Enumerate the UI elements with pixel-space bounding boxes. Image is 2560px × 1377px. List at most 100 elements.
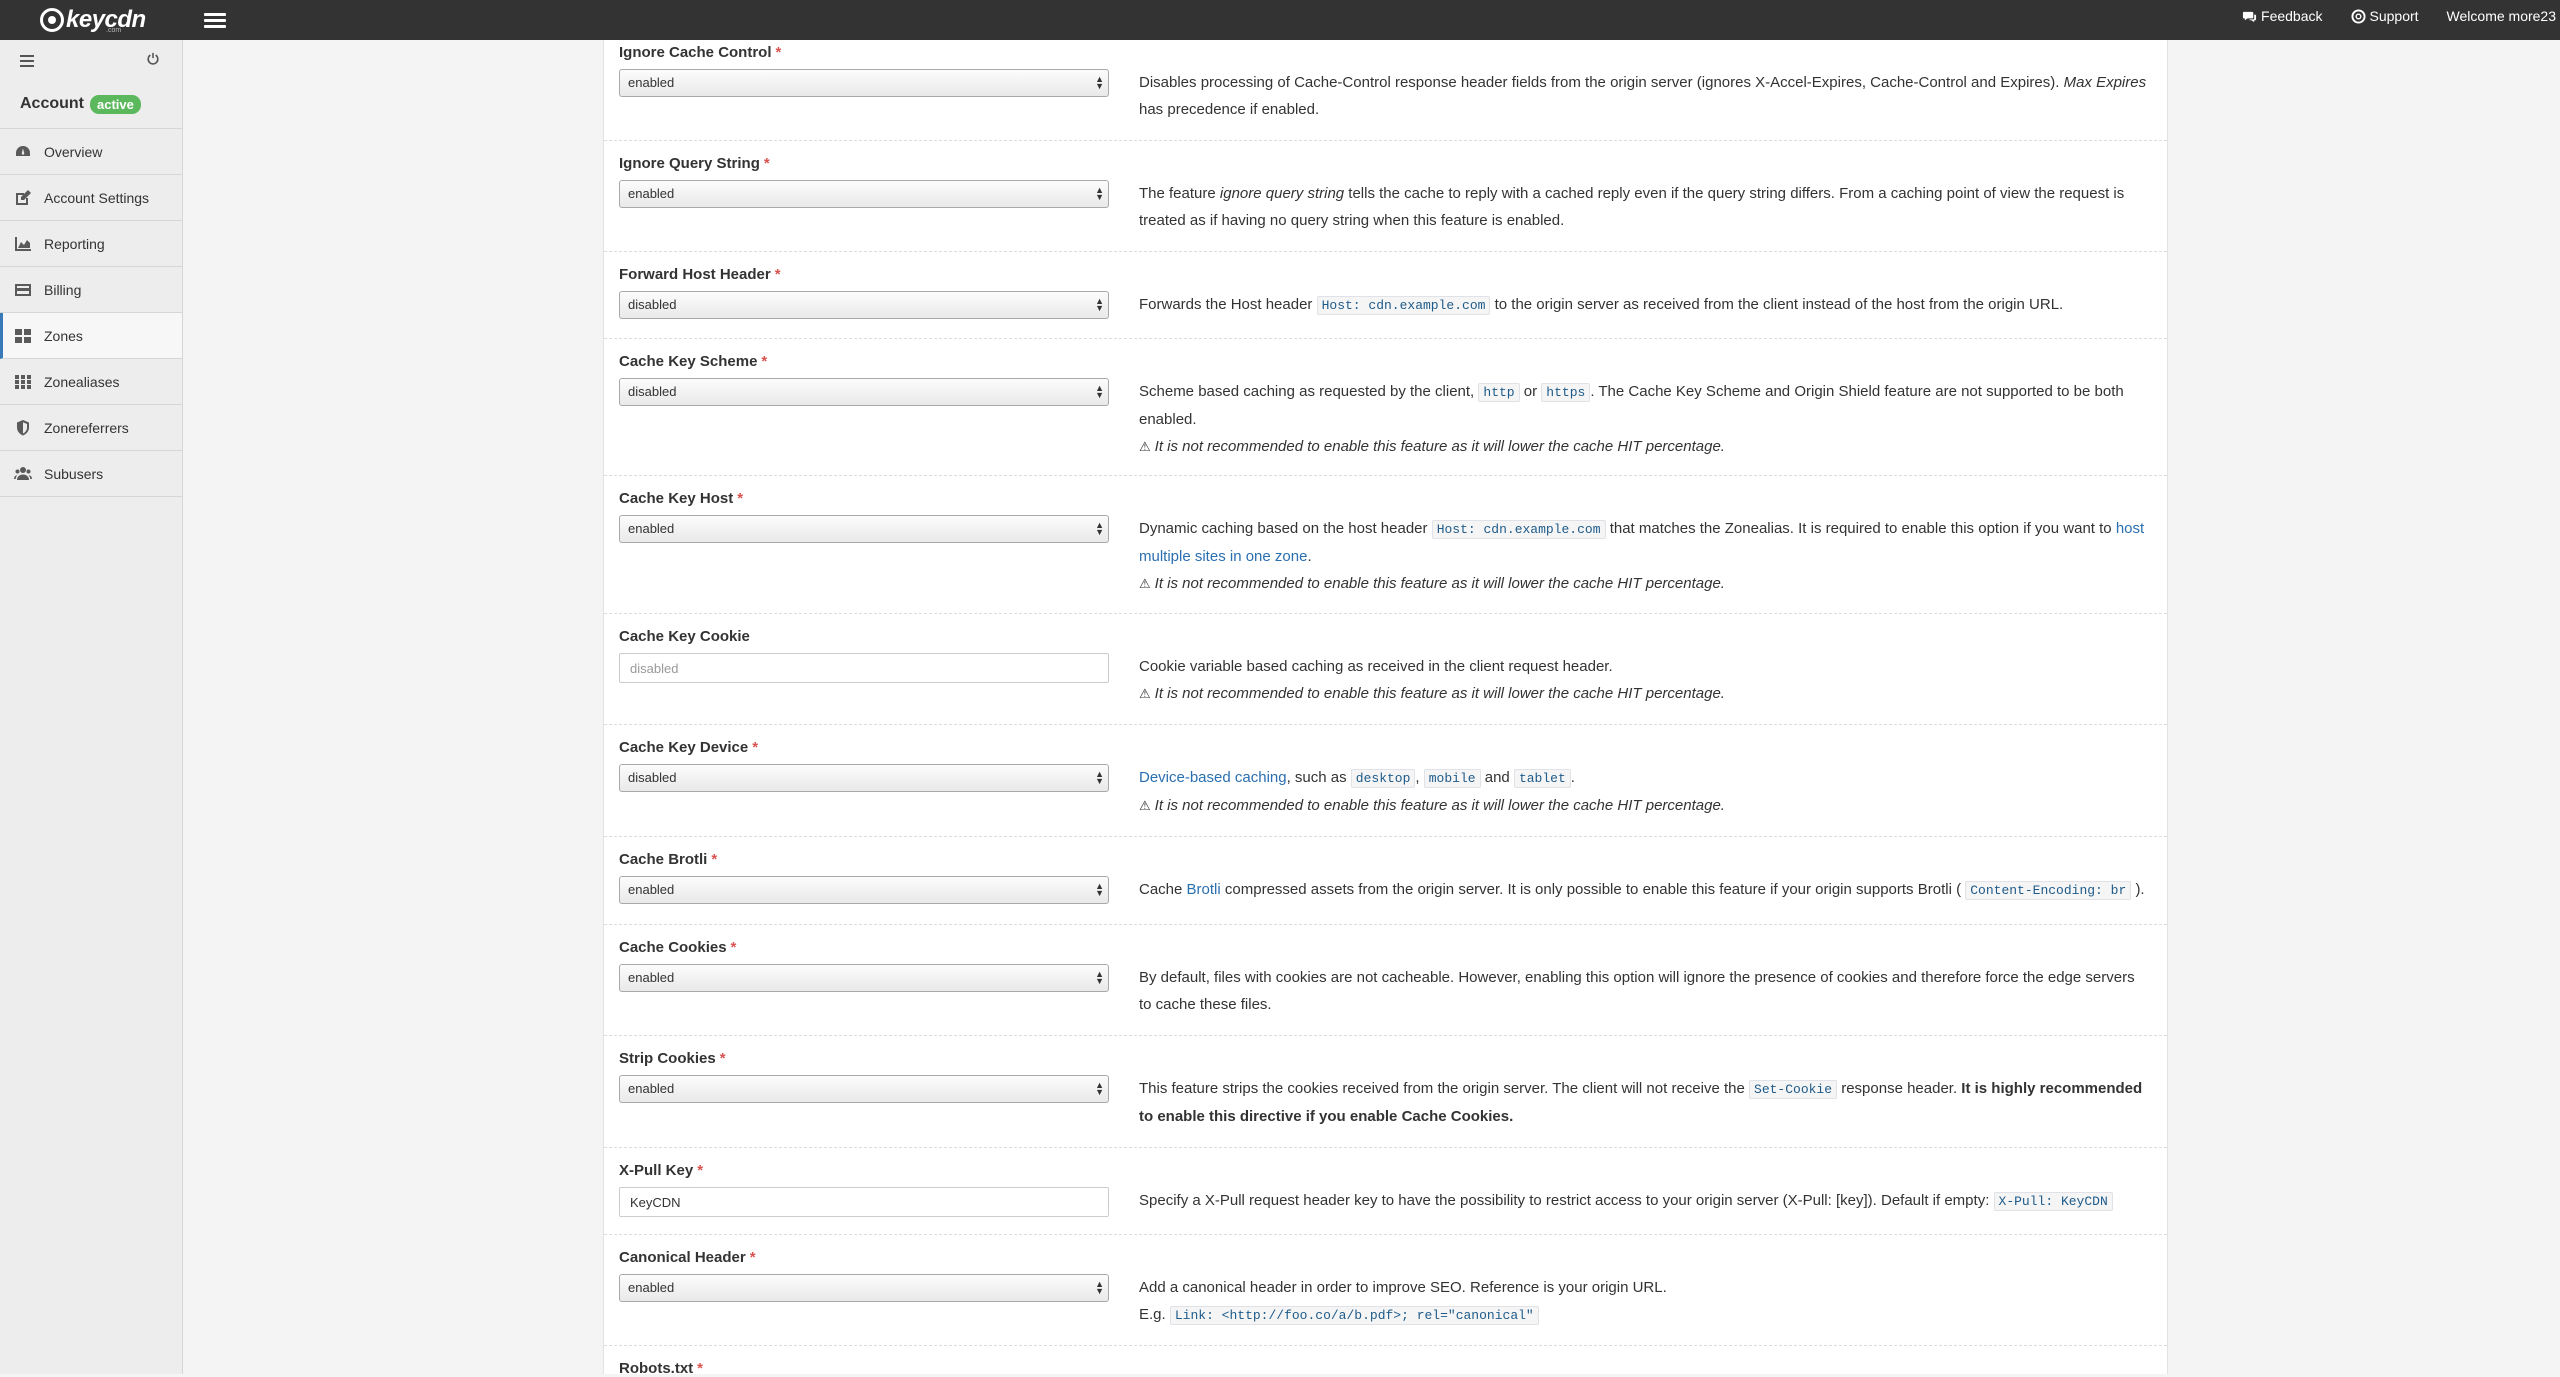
setting-cache-key-device: Cache Key Device * disabled ▲ ▼ Device-base…	[604, 724, 2167, 837]
setting-forward-host-header: Forward Host Header * disabled ▲ ▼ Forwards…	[604, 251, 2167, 339]
grid-small-icon	[15, 374, 31, 389]
sidebar-item-label: Account Settings	[44, 189, 150, 206]
field-label: Cache Key Device *	[619, 739, 759, 756]
warning-icon: ⚠	[1139, 686, 1151, 701]
warning-icon: ⚠	[1139, 576, 1151, 591]
forward-host-header-select[interactable]: disabled ▲ ▼	[619, 291, 1109, 319]
sidebar-item-account-settings[interactable]: Account Settings	[0, 175, 182, 221]
sidebar-item-overview[interactable]: Overview	[0, 129, 182, 175]
cache-key-host-select[interactable]: enabled ▲ ▼	[619, 515, 1109, 543]
field-label: Ignore Query String *	[619, 155, 770, 172]
setting-ignore-cache-control: Ignore Cache Control * enabled ▲ ▼ Disables…	[604, 40, 2167, 141]
field-description: Disables processing of Cache-Control res…	[1139, 74, 2147, 118]
field-label: Cache Key Scheme *	[619, 353, 768, 370]
field-label-robots-txt: Robots.txt *	[619, 1360, 704, 1377]
warning-icon: ⚠	[1139, 798, 1151, 813]
field-label: Strip Cookies *	[619, 1050, 726, 1067]
field-description: Forwards the Host header Host: cdn.examp…	[1139, 296, 2064, 315]
field-label: Canonical Header *	[619, 1249, 756, 1266]
setting-cache-key-scheme: Cache Key Scheme * disabled ▲ ▼ Scheme base…	[604, 338, 2167, 476]
logo-mark-icon	[40, 8, 64, 32]
sidebar-item-zonereferrers[interactable]: Zonereferrers	[0, 405, 182, 451]
x-pull-key-input[interactable]	[619, 1187, 1109, 1217]
field-description: Cookie variable based caching as receive…	[1139, 653, 2149, 707]
support-label: Support	[2369, 8, 2419, 24]
comments-icon	[2242, 11, 2257, 22]
sidebar-collapse-icon[interactable]	[20, 55, 34, 67]
sidebar-item-subusers[interactable]: Subusers	[0, 451, 182, 497]
field-label: Cache Key Cookie	[619, 628, 750, 645]
feedback-label: Feedback	[2261, 8, 2323, 24]
edit-icon	[16, 189, 31, 205]
support-link[interactable]: Support	[2350, 8, 2419, 24]
setting-cache-key-cookie: Cache Key Cookie Cookie variable based c…	[604, 613, 2167, 725]
welcome-text: Welcome more23	[2446, 8, 2556, 24]
field-description: Add a canonical header in order to impro…	[1139, 1279, 1667, 1325]
shield-icon	[17, 419, 29, 435]
sidebar-item-label: Zones	[44, 327, 83, 344]
sidebar-nav: Overview Account Settings Reporting Bill…	[0, 128, 182, 497]
setting-strip-cookies: Strip Cookies * enabled ▲ ▼ This feature st…	[604, 1035, 2167, 1148]
sidebar-item-zonealiases[interactable]: Zonealiases	[0, 359, 182, 405]
top-navbar: keycdn .com Feedback Support Welcome mor…	[0, 0, 2560, 40]
account-heading: Account active	[0, 84, 182, 124]
sidebar-item-label: Subusers	[44, 465, 104, 482]
sidebar-item-zones[interactable]: Zones	[0, 313, 182, 359]
feedback-link[interactable]: Feedback	[2242, 8, 2323, 24]
brotli-link[interactable]: Brotli	[1187, 881, 1221, 898]
menu-toggle-icon[interactable]	[204, 9, 226, 31]
area-chart-icon	[15, 236, 31, 251]
power-icon[interactable]	[146, 52, 160, 66]
cache-cookies-select[interactable]: enabled ▲ ▼	[619, 964, 1109, 992]
device-based-caching-link[interactable]: Device-based caching	[1139, 769, 1287, 786]
strip-cookies-select[interactable]: enabled ▲ ▼	[619, 1075, 1109, 1103]
account-status-badge: active	[90, 94, 141, 114]
setting-ignore-query-string: Ignore Query String * enabled ▲ ▼ The featu…	[604, 140, 2167, 252]
warning-icon: ⚠	[1139, 439, 1151, 454]
warning-note: ⚠ It is not recommended to enable this fe…	[1139, 797, 1725, 814]
ignore-query-string-select[interactable]: enabled ▲ ▼	[619, 180, 1109, 208]
zone-settings-panel: Ignore Cache Control * enabled ▲ ▼ Disables…	[603, 40, 2168, 1377]
setting-cache-brotli: Cache Brotli * enabled ▲ ▼ Cache Brotli com…	[604, 836, 2167, 925]
canonical-header-select[interactable]: enabled ▲ ▼	[619, 1274, 1109, 1302]
cache-key-cookie-input[interactable]	[619, 653, 1109, 683]
cache-key-device-select[interactable]: disabled ▲ ▼	[619, 764, 1109, 792]
field-description: Dynamic caching based on the host header…	[1139, 515, 2149, 597]
ignore-cache-control-select[interactable]: enabled ▲ ▼	[619, 69, 1109, 97]
sidebar-item-label: Zonealiases	[44, 373, 120, 390]
warning-note: ⚠ It is not recommended to enable this fe…	[1139, 685, 1725, 702]
keycdn-logo[interactable]: keycdn	[40, 4, 146, 36]
sidebar-item-label: Overview	[44, 143, 103, 160]
sidebar-item-label: Billing	[44, 281, 82, 298]
field-description: Scheme based caching as requested by the…	[1139, 378, 2149, 460]
field-label: Cache Cookies *	[619, 939, 737, 956]
field-label: Ignore Cache Control *	[619, 44, 782, 61]
field-label: Cache Brotli *	[619, 851, 718, 868]
sidebar: Account active Overview Account Settings…	[0, 40, 183, 1374]
warning-note: ⚠ It is not recommended to enable this fe…	[1139, 438, 1725, 455]
field-description: Specify a X-Pull request header key to h…	[1139, 1187, 2149, 1215]
sidebar-item-billing[interactable]: Billing	[0, 267, 182, 313]
cache-brotli-select[interactable]: enabled ▲ ▼	[619, 876, 1109, 904]
field-description: Cache Brotli compressed assets from the …	[1139, 881, 2145, 900]
field-description: This feature strips the cookies received…	[1139, 1080, 2143, 1125]
field-label: Cache Key Host *	[619, 490, 744, 507]
credit-card-icon	[15, 283, 31, 296]
sidebar-item-reporting[interactable]: Reporting	[0, 221, 182, 267]
grid-icon	[15, 328, 31, 343]
field-label: X-Pull Key *	[619, 1162, 704, 1179]
logo-subtext: .com	[106, 27, 122, 34]
setting-cache-key-host: Cache Key Host * enabled ▲ ▼ Dynamic cachin…	[604, 475, 2167, 614]
life-ring-icon	[2350, 8, 2366, 24]
warning-note: ⚠ It is not recommended to enable this fe…	[1139, 575, 1725, 592]
setting-x-pull-key: X-Pull Key* Specify a X-Pull request hea…	[604, 1147, 2167, 1235]
account-label: Account	[20, 95, 84, 112]
sidebar-item-label: Reporting	[44, 235, 105, 252]
users-icon	[14, 466, 32, 480]
field-description: By default, files with cookies are not c…	[1139, 969, 2135, 1013]
dashboard-icon	[16, 145, 30, 156]
user-menu[interactable]: Welcome more23	[2447, 8, 2556, 24]
sidebar-item-label: Zonereferrers	[44, 419, 129, 436]
setting-canonical-header: Canonical Header * enabled ▲ ▼ Add a canoni…	[604, 1234, 2167, 1346]
cache-key-scheme-select[interactable]: disabled ▲ ▼	[619, 378, 1109, 406]
